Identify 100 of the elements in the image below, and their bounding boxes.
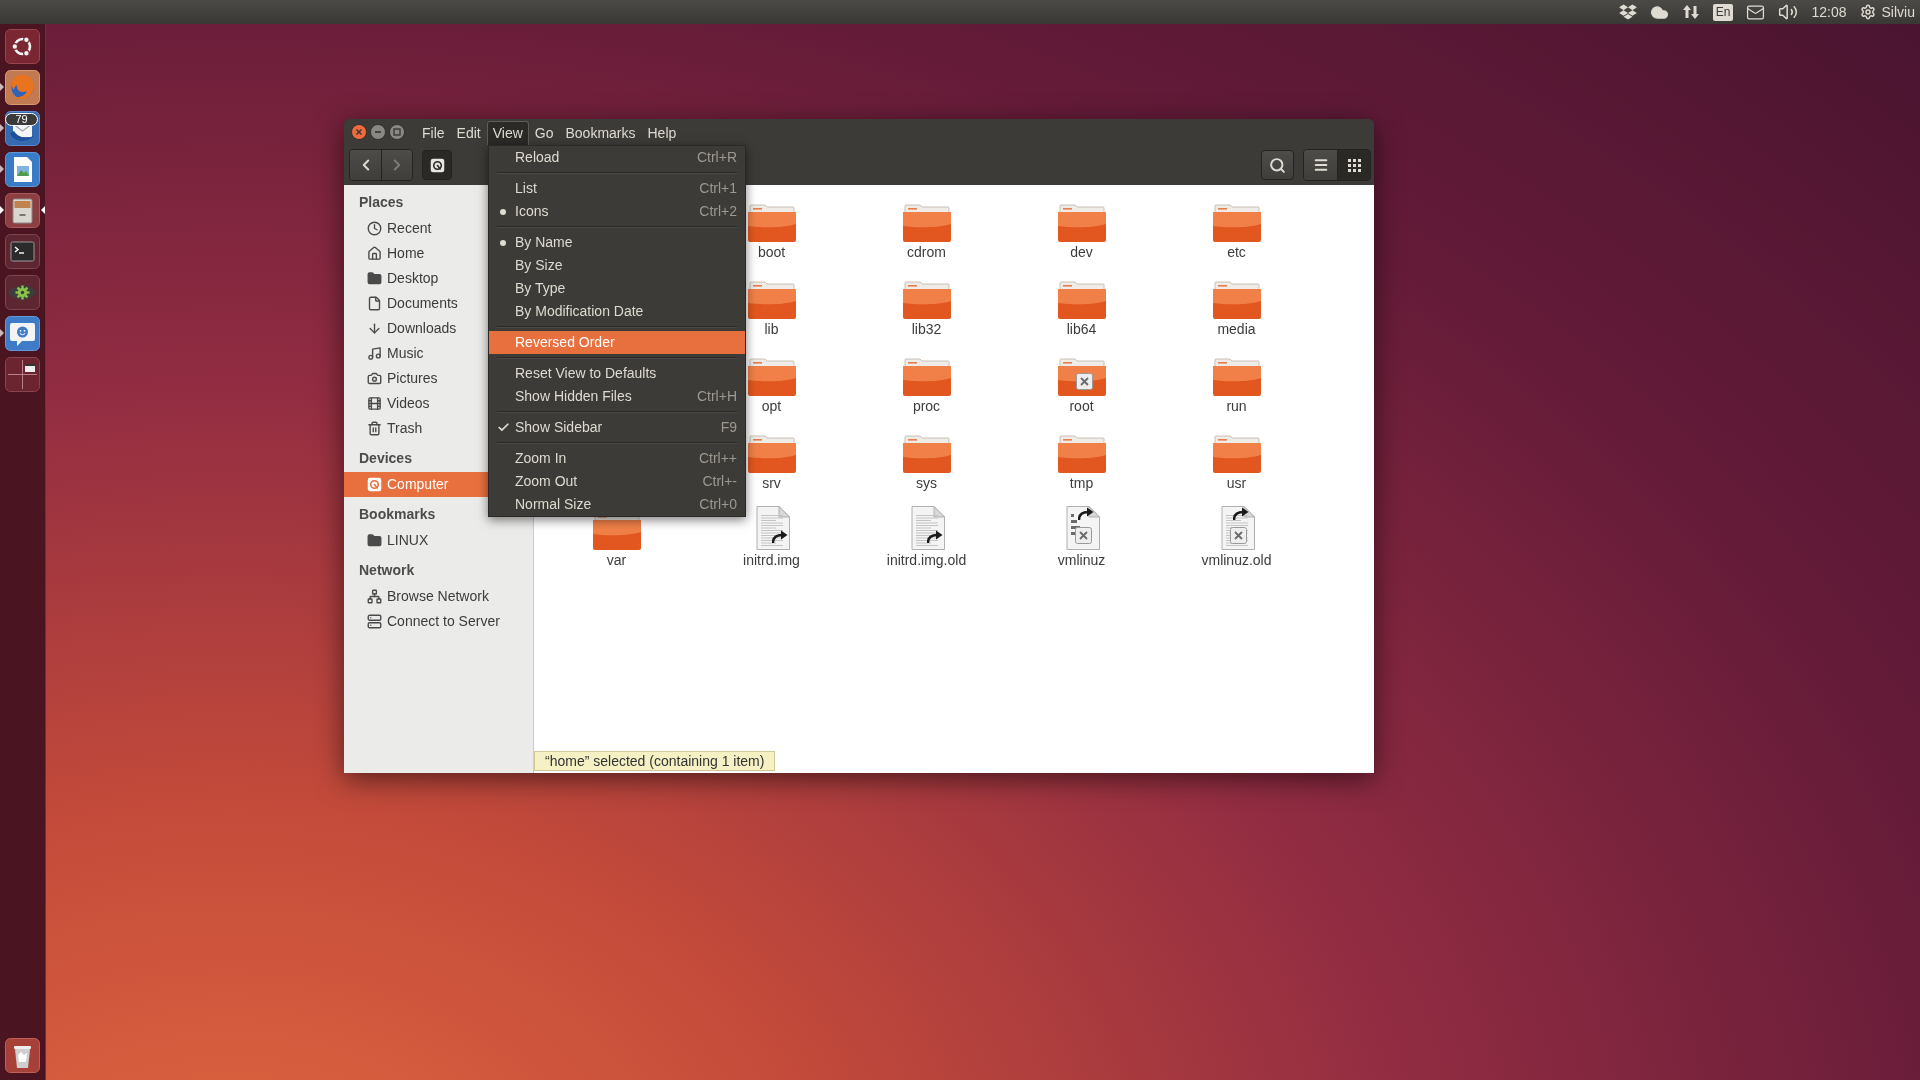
file-name[interactable]: run bbox=[1226, 397, 1247, 415]
folder-icon[interactable] bbox=[902, 435, 951, 473]
menu-item[interactable]: By Name bbox=[489, 231, 745, 254]
folder-icon[interactable] bbox=[747, 435, 796, 473]
file-name[interactable]: usr bbox=[1226, 474, 1247, 492]
menu-item[interactable]: Show Hidden Files Ctrl+H bbox=[489, 385, 745, 408]
close-icon[interactable] bbox=[351, 124, 367, 140]
sidebar-item[interactable]: Documents bbox=[344, 291, 488, 316]
back-button[interactable] bbox=[350, 150, 381, 180]
sidebar-item[interactable]: Music bbox=[344, 341, 488, 366]
file-name[interactable]: boot bbox=[757, 243, 786, 261]
file-name[interactable]: tmp bbox=[1069, 474, 1094, 492]
menu-item[interactable]: Zoom Out Ctrl+- bbox=[489, 470, 745, 493]
menu-bar-item[interactable]: Help bbox=[641, 121, 683, 145]
terminal-icon[interactable] bbox=[5, 234, 40, 269]
file-name[interactable]: opt bbox=[761, 397, 782, 415]
file-name[interactable]: srv bbox=[762, 474, 781, 492]
grid-view-button[interactable] bbox=[1337, 150, 1370, 180]
gear-icon[interactable] bbox=[5, 275, 40, 310]
folder-icon[interactable] bbox=[1057, 204, 1106, 242]
folder-icon[interactable] bbox=[747, 358, 796, 396]
folder-icon[interactable] bbox=[1212, 358, 1261, 396]
menu-bar-item[interactable]: Go bbox=[528, 121, 560, 145]
menu-bar-item[interactable]: File bbox=[416, 121, 451, 145]
sidebar-item[interactable]: Videos bbox=[344, 391, 488, 416]
menu-item[interactable]: By Modification Date bbox=[489, 300, 745, 323]
file-name[interactable]: cdrom bbox=[907, 243, 946, 261]
folder-icon[interactable] bbox=[1212, 204, 1261, 242]
diamond-tiles-icon[interactable] bbox=[1618, 4, 1637, 20]
picture-document-icon[interactable] bbox=[5, 152, 40, 187]
menu-item[interactable]: Normal Size Ctrl+0 bbox=[489, 493, 745, 516]
folder-icon[interactable] bbox=[747, 281, 796, 319]
menu-item[interactable]: Zoom In Ctrl++ bbox=[489, 447, 745, 470]
workspace-grid-icon[interactable] bbox=[5, 357, 40, 392]
file-name[interactable]: var bbox=[606, 551, 627, 569]
sidebar-item[interactable]: Trash bbox=[344, 416, 488, 441]
volume-icon[interactable] bbox=[1778, 2, 1799, 22]
file-name[interactable]: media bbox=[1217, 320, 1256, 338]
settings-icon[interactable] bbox=[1859, 4, 1876, 20]
menu-item[interactable]: By Size bbox=[489, 254, 745, 277]
chat-bubble-icon[interactable] bbox=[5, 316, 40, 351]
file-name[interactable]: vmlinuz bbox=[1057, 551, 1106, 569]
file-name[interactable]: lib bbox=[764, 320, 779, 338]
file-name[interactable]: sys bbox=[916, 474, 937, 492]
file-name[interactable]: etc bbox=[1227, 243, 1246, 261]
sidebar-item[interactable]: Downloads bbox=[344, 316, 488, 341]
shortcut-text: Ctrl+H bbox=[696, 387, 737, 406]
sidebar-item[interactable]: Recent bbox=[344, 216, 488, 241]
folder-icon[interactable] bbox=[902, 204, 951, 242]
file-name[interactable]: lib64 bbox=[1066, 320, 1097, 338]
grid-view-icon bbox=[1347, 158, 1361, 172]
sidebar-item[interactable]: Home bbox=[344, 241, 488, 266]
text-file-icon[interactable] bbox=[753, 506, 790, 550]
file-name[interactable]: vmlinuz.old bbox=[1201, 551, 1272, 569]
section-heading: Devices bbox=[358, 448, 413, 468]
keyboard-layout-indicator[interactable]: En bbox=[1712, 3, 1734, 21]
menu-item[interactable]: Show Sidebar F9 bbox=[489, 416, 745, 439]
folder-icon[interactable] bbox=[1212, 281, 1261, 319]
file-name[interactable]: proc bbox=[912, 397, 941, 415]
text-file-icon[interactable] bbox=[908, 506, 945, 550]
clock-text[interactable]: 12:08 bbox=[1811, 1, 1847, 23]
location-button[interactable] bbox=[422, 150, 452, 180]
file-name[interactable]: root bbox=[1069, 397, 1094, 415]
file-name[interactable]: dev bbox=[1070, 243, 1093, 261]
folder-icon[interactable] bbox=[902, 358, 951, 396]
menu-item[interactable]: List Ctrl+1 bbox=[489, 177, 745, 200]
folder-icon[interactable] bbox=[1057, 281, 1106, 319]
search-button[interactable] bbox=[1261, 150, 1294, 180]
trash-icon[interactable] bbox=[5, 1038, 40, 1073]
globe-icon[interactable] bbox=[5, 70, 40, 105]
file-name[interactable]: initrd.img bbox=[743, 551, 800, 569]
menu-bar-item[interactable]: View bbox=[486, 121, 529, 145]
menu-bar-item[interactable]: Edit bbox=[450, 121, 487, 145]
menu-item[interactable]: Reload Ctrl+R bbox=[489, 146, 745, 169]
shortcut-text: Ctrl+- bbox=[702, 472, 737, 491]
sidebar-item[interactable]: Pictures bbox=[344, 366, 488, 391]
user-name[interactable]: Silviu bbox=[1881, 1, 1915, 23]
maximize-icon[interactable] bbox=[389, 124, 405, 140]
minimize-icon[interactable] bbox=[370, 124, 386, 140]
menu-item[interactable]: Reset View to Defaults bbox=[489, 362, 745, 385]
sidebar-item[interactable]: Desktop bbox=[344, 266, 488, 291]
unread-count-badge: 79 bbox=[5, 113, 38, 126]
folder-icon[interactable] bbox=[747, 204, 796, 242]
folder-icon[interactable] bbox=[902, 281, 951, 319]
folder-icon[interactable] bbox=[1212, 435, 1261, 473]
menu-item[interactable]: By Type bbox=[489, 277, 745, 300]
document-icon bbox=[367, 296, 382, 311]
folder-icon[interactable] bbox=[1057, 435, 1106, 473]
file-name[interactable]: lib32 bbox=[911, 320, 942, 338]
status-bar: “home” selected (containing 1 item) bbox=[534, 751, 776, 771]
ring-logo-icon[interactable] bbox=[5, 29, 40, 64]
sidebar-item[interactable]: Connect to Server bbox=[344, 609, 506, 634]
file-name[interactable]: initrd.img.old bbox=[886, 551, 967, 569]
menu-item[interactable]: Icons Ctrl+2 bbox=[489, 200, 745, 223]
up-down-arrows-icon[interactable] bbox=[1681, 4, 1700, 20]
sidebar-item[interactable]: Browse Network bbox=[344, 584, 495, 609]
file-cabinet-icon[interactable] bbox=[5, 193, 40, 228]
menu-bar-item[interactable]: Bookmarks bbox=[559, 121, 642, 145]
sidebar-item[interactable]: LINUX bbox=[344, 528, 488, 553]
list-view-button[interactable] bbox=[1304, 150, 1337, 180]
